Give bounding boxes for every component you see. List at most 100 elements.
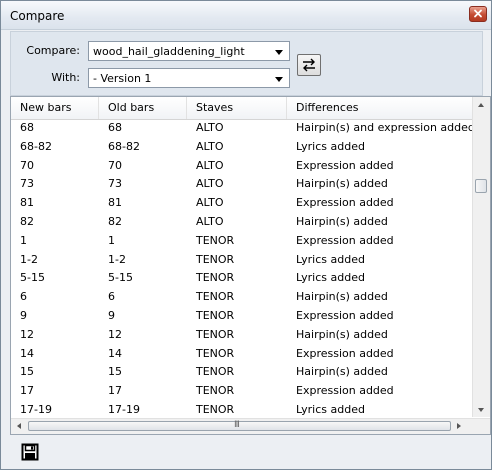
cell-new-bars: 6 xyxy=(20,290,27,304)
table-row[interactable]: 68 68 ALTO Hairpin(s) and expression added xyxy=(11,119,480,138)
cell-staves: TENOR xyxy=(196,402,235,416)
cell-differences: Hairpin(s) added xyxy=(296,327,388,341)
table-row[interactable]: 81 81 ALTO Expression added xyxy=(11,194,480,213)
cell-differences: Hairpin(s) added xyxy=(296,365,388,379)
window-title: Compare xyxy=(10,9,65,23)
cell-staves: TENOR xyxy=(196,233,235,247)
cell-differences: Expression added xyxy=(296,346,394,360)
cell-differences: Lyrics added xyxy=(296,271,365,285)
compare-window: Compare Compare: wood_hail_gladdening_li… xyxy=(0,0,492,470)
table-row[interactable]: 68-82 68-82 ALTO Lyrics added xyxy=(11,138,480,157)
horizontal-scroll-thumb[interactable]: III xyxy=(28,420,451,431)
cell-differences: Lyrics added xyxy=(296,139,365,153)
cell-differences: Expression added xyxy=(296,308,394,322)
close-icon xyxy=(474,9,482,18)
cell-staves: ALTO xyxy=(196,196,224,210)
swap-button[interactable] xyxy=(297,54,321,76)
cell-new-bars: 1-2 xyxy=(20,252,38,266)
cell-staves: TENOR xyxy=(196,384,235,398)
scroll-grip: III xyxy=(234,420,240,430)
cell-old-bars: 81 xyxy=(108,196,122,210)
table-row[interactable]: 14 14 TENOR Expression added xyxy=(11,345,480,364)
cell-old-bars: 15 xyxy=(108,365,122,379)
cell-new-bars: 82 xyxy=(20,214,34,228)
swap-arrows-icon xyxy=(303,58,315,72)
table-row[interactable]: 12 12 TENOR Hairpin(s) added xyxy=(11,326,480,345)
cell-staves: TENOR xyxy=(196,308,235,322)
cell-staves: TENOR xyxy=(196,327,235,341)
cell-old-bars: 1-2 xyxy=(108,252,126,266)
table-row[interactable]: 6 6 TENOR Hairpin(s) added xyxy=(11,288,480,307)
scroll-up-button[interactable] xyxy=(473,97,490,114)
column-header-differences[interactable]: Differences xyxy=(287,97,480,119)
cell-staves: TENOR xyxy=(196,252,235,266)
cell-differences: Expression added xyxy=(296,196,394,210)
cell-staves: ALTO xyxy=(196,121,224,134)
cell-old-bars: 70 xyxy=(108,158,122,172)
cell-differences: Lyrics added xyxy=(296,252,365,266)
table-row[interactable]: 17 17 TENOR Expression added xyxy=(11,382,480,401)
arrow-down-icon xyxy=(478,408,484,412)
cell-differences: Expression added xyxy=(296,233,394,247)
cell-new-bars: 15 xyxy=(20,365,34,379)
with-label: With: xyxy=(51,71,80,84)
cell-old-bars: 5-15 xyxy=(108,271,133,285)
cell-differences: Expression added xyxy=(296,384,394,398)
compare-dropdown[interactable]: wood_hail_gladdening_light xyxy=(88,41,290,61)
table-row[interactable]: 5-15 5-15 TENOR Lyrics added xyxy=(11,269,480,288)
close-button[interactable] xyxy=(469,6,487,22)
column-header-old-bars[interactable]: Old bars xyxy=(99,97,187,119)
table-row[interactable]: 9 9 TENOR Expression added xyxy=(11,307,480,326)
cell-new-bars: 12 xyxy=(20,327,34,341)
cell-old-bars: 17 xyxy=(108,384,122,398)
cell-staves: ALTO xyxy=(196,177,224,191)
arrow-left-icon[interactable] xyxy=(17,423,21,429)
table-row[interactable]: 70 70 ALTO Expression added xyxy=(11,157,480,176)
table-body: 68 68 ALTO Hairpin(s) and expression added 6… xyxy=(11,119,480,419)
column-header-staves[interactable]: Staves xyxy=(187,97,287,119)
table-row[interactable]: 17-19 17-19 TENOR Lyrics added xyxy=(11,401,480,419)
save-icon xyxy=(21,443,39,461)
cell-differences: Hairpin(s) added xyxy=(296,290,388,304)
cell-new-bars: 14 xyxy=(20,346,34,360)
differences-table: New bars Old bars Staves Differences 68 6… xyxy=(10,96,491,435)
cell-new-bars: 81 xyxy=(20,196,34,210)
cell-differences: Lyrics added xyxy=(296,402,365,416)
arrow-right-icon[interactable] xyxy=(457,423,461,429)
cell-new-bars: 17 xyxy=(20,384,34,398)
compare-value: wood_hail_gladdening_light xyxy=(93,45,245,58)
table-row[interactable]: 1 1 TENOR Expression added xyxy=(11,232,480,251)
cell-new-bars: 68-82 xyxy=(20,139,52,153)
cell-new-bars: 68 xyxy=(20,121,34,134)
cell-old-bars: 1 xyxy=(108,233,115,247)
chevron-down-icon xyxy=(275,77,283,82)
cell-old-bars: 6 xyxy=(108,290,115,304)
cell-old-bars: 12 xyxy=(108,327,122,341)
cell-new-bars: 9 xyxy=(20,308,27,322)
vertical-scrollbar[interactable] xyxy=(472,97,490,417)
column-header-new-bars[interactable]: New bars xyxy=(11,97,99,119)
horizontal-scrollbar[interactable]: III xyxy=(11,418,490,434)
cell-new-bars: 5-15 xyxy=(20,271,45,285)
cell-new-bars: 1 xyxy=(20,233,27,247)
arrow-up-icon xyxy=(478,103,484,107)
cell-old-bars: 73 xyxy=(108,177,122,191)
cell-staves: TENOR xyxy=(196,346,235,360)
with-value: - Version 1 xyxy=(93,72,152,85)
table-row[interactable]: 1-2 1-2 TENOR Lyrics added xyxy=(11,251,480,270)
cell-new-bars: 73 xyxy=(20,177,34,191)
table-row[interactable]: 15 15 TENOR Hairpin(s) added xyxy=(11,363,480,382)
table-row[interactable]: 73 73 ALTO Hairpin(s) added xyxy=(11,175,480,194)
cell-differences: Hairpin(s) added xyxy=(296,214,388,228)
cell-new-bars: 70 xyxy=(20,158,34,172)
save-button[interactable] xyxy=(21,443,39,461)
cell-old-bars: 68-82 xyxy=(108,139,140,153)
cell-staves: ALTO xyxy=(196,139,224,153)
cell-old-bars: 14 xyxy=(108,346,122,360)
cell-old-bars: 82 xyxy=(108,214,122,228)
table-row[interactable]: 82 82 ALTO Hairpin(s) added xyxy=(11,213,480,232)
title-bar[interactable]: Compare xyxy=(1,1,491,30)
vertical-scroll-thumb[interactable] xyxy=(475,179,487,193)
scroll-down-button[interactable] xyxy=(473,402,490,419)
with-dropdown[interactable]: - Version 1 xyxy=(88,68,290,88)
